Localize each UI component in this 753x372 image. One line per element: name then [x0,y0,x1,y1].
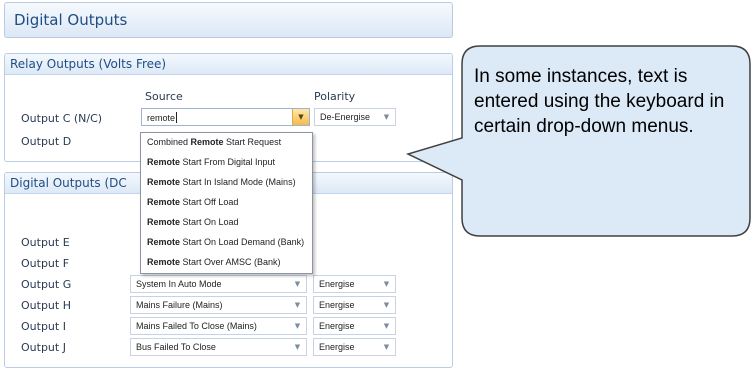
dropdown-option[interactable]: Remote Start On Load Demand (Bank) [147,237,304,247]
output-i-label: Output I [21,320,66,333]
source-column-header: Source [145,90,183,103]
output-i-source-select[interactable]: Mains Failed To Close (Mains) ▼ [130,317,307,335]
output-i-polarity-select[interactable]: Energise ▼ [313,317,396,335]
relay-outputs-title: Relay Outputs (Volts Free) [10,57,167,71]
output-g-polarity-value: Energise [319,279,355,289]
callout-text: In some instances, text is entered using… [474,66,725,137]
output-c-polarity-value: De-Energise [320,112,371,122]
output-c-source-input[interactable]: remote ▼ [141,108,310,126]
output-h-polarity-value: Energise [319,300,355,310]
chevron-down-icon[interactable]: ▼ [289,276,306,292]
dropdown-option[interactable]: Combined Remote Start Request [147,137,281,147]
output-c-source-value: remote [147,113,176,123]
chevron-down-icon[interactable]: ▼ [289,297,306,313]
text-cursor [176,112,178,123]
page-header: Digital Outputs [4,2,453,38]
output-j-label: Output J [21,341,66,354]
chevron-down-icon[interactable]: ▼ [378,339,395,355]
relay-outputs-header[interactable]: Relay Outputs (Volts Free) [5,54,452,75]
chevron-down-icon[interactable]: ▼ [378,297,395,313]
chevron-down-icon[interactable]: ▼ [378,276,395,292]
output-j-polarity-select[interactable]: Energise ▼ [313,338,396,356]
output-j-polarity-value: Energise [319,342,355,352]
chevron-down-icon[interactable]: ▼ [289,318,306,334]
dc-outputs-title: Digital Outputs (DC [10,176,127,190]
output-e-label: Output E [21,236,70,249]
output-j-source-select[interactable]: Bus Failed To Close ▼ [130,338,307,356]
dropdown-option[interactable]: Remote Start Off Load [147,197,238,207]
output-g-source-select[interactable]: System In Auto Mode ▼ [130,275,307,293]
chevron-down-icon[interactable]: ▼ [289,339,306,355]
digital-outputs-window: Digital Outputs Relay Outputs (Volts Fre… [0,0,462,372]
output-f-label: Output F [21,257,70,270]
output-g-polarity-select[interactable]: Energise ▼ [313,275,396,293]
chevron-down-icon[interactable]: ▼ [378,109,395,125]
output-h-label: Output H [21,299,71,312]
polarity-column-header: Polarity [314,90,356,103]
output-c-polarity-select[interactable]: De-Energise ▼ [314,108,396,126]
page-title: Digital Outputs [14,11,128,29]
output-c-label: Output C (N/C) [21,112,103,125]
output-i-source-value: Mains Failed To Close (Mains) [136,321,257,331]
output-h-source-value: Mains Failure (Mains) [136,300,223,310]
chevron-down-icon[interactable]: ▼ [378,318,395,334]
output-g-label: Output G [21,278,72,291]
dropdown-option[interactable]: Remote Start From Digital Input [147,157,275,167]
dropdown-option[interactable]: Remote Start On Load [147,217,239,227]
dropdown-option[interactable]: Remote Start Over AMSC (Bank) [147,257,281,267]
output-g-source-value: System In Auto Mode [136,279,222,289]
dropdown-option[interactable]: Remote Start In Island Mode (Mains) [147,177,296,187]
output-h-source-select[interactable]: Mains Failure (Mains) ▼ [130,296,307,314]
output-i-polarity-value: Energise [319,321,355,331]
output-d-label: Output D [21,135,72,148]
source-dropdown-list: Combined Remote Start Request Remote Sta… [140,132,313,274]
output-j-source-value: Bus Failed To Close [136,342,216,352]
output-h-polarity-select[interactable]: Energise ▼ [313,296,396,314]
chevron-down-icon[interactable]: ▼ [292,109,309,125]
